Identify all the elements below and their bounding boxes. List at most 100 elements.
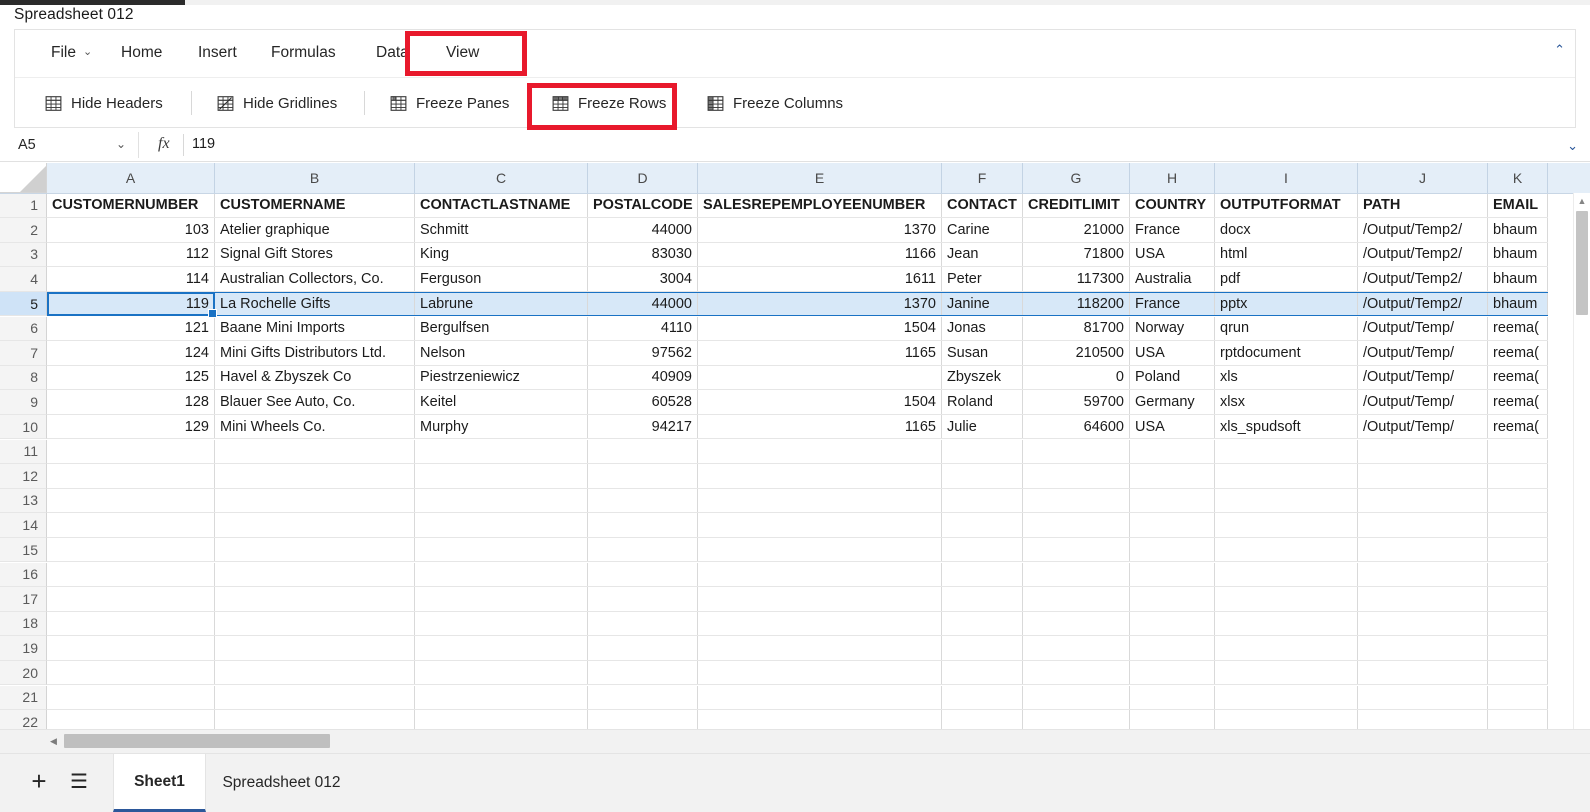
row-header-20[interactable]: 20: [0, 660, 47, 686]
table-row[interactable]: 129 Mini Wheels Co. Murphy 94217 1165 Julie 64…: [47, 414, 1548, 440]
cell-C14[interactable]: [415, 513, 588, 537]
cell-F11[interactable]: [942, 439, 1023, 464]
cell-A1[interactable]: CUSTOMERNUMBER: [47, 193, 215, 218]
cell-C7[interactable]: Nelson: [415, 341, 588, 365]
cell-B20[interactable]: [215, 660, 415, 685]
cell-D11[interactable]: [588, 439, 698, 464]
cell-H4[interactable]: Australia: [1130, 267, 1215, 291]
cell-F10[interactable]: Julie: [942, 414, 1023, 439]
horizontal-scrollbar[interactable]: ◀: [0, 729, 1590, 753]
column-header-K[interactable]: K: [1488, 163, 1548, 193]
menu-item-insert[interactable]: Insert: [192, 41, 243, 65]
cell-A2[interactable]: 103: [47, 218, 215, 242]
cell-E21[interactable]: [698, 685, 942, 710]
hide-gridlines-button[interactable]: Hide Gridlines: [217, 87, 337, 119]
cell-E9[interactable]: 1504: [698, 390, 942, 414]
row-header-17[interactable]: 17: [0, 587, 47, 612]
cell-I14[interactable]: [1215, 513, 1358, 537]
cell-E14[interactable]: [698, 513, 942, 537]
cell-B12[interactable]: [215, 464, 415, 488]
cell-D17[interactable]: [588, 587, 698, 611]
cell-G5[interactable]: 118200: [1023, 292, 1130, 316]
table-row[interactable]: 125 Havel & Zbyszek Co Piestrzeniewicz 4090…: [47, 365, 1548, 391]
table-row[interactable]: [47, 710, 1548, 729]
cell-H14[interactable]: [1130, 513, 1215, 537]
row-header-11[interactable]: 11: [0, 439, 47, 465]
cell-G15[interactable]: [1023, 537, 1130, 562]
cell-C10[interactable]: Murphy: [415, 414, 588, 439]
cell-K12[interactable]: [1488, 464, 1548, 488]
cell-C3[interactable]: King: [415, 242, 588, 267]
cell-B11[interactable]: [215, 439, 415, 464]
cell-G16[interactable]: [1023, 562, 1130, 587]
row-header-18[interactable]: 18: [0, 611, 47, 637]
cell-K19[interactable]: [1488, 636, 1548, 660]
cell-K10[interactable]: reema(: [1488, 414, 1548, 439]
cell-G14[interactable]: [1023, 513, 1130, 537]
cell-J7[interactable]: /Output/Temp/: [1358, 341, 1488, 365]
cell-I17[interactable]: [1215, 587, 1358, 611]
chevron-down-icon[interactable]: ⌄: [116, 137, 126, 151]
cell-A11[interactable]: [47, 439, 215, 464]
cell-G11[interactable]: [1023, 439, 1130, 464]
row-header-2[interactable]: 2: [0, 218, 47, 243]
cell-I9[interactable]: xlsx: [1215, 390, 1358, 414]
cell-A3[interactable]: 112: [47, 242, 215, 267]
cell-H2[interactable]: France: [1130, 218, 1215, 242]
cell-B14[interactable]: [215, 513, 415, 537]
chevron-down-icon[interactable]: ⌄: [83, 45, 92, 58]
menu-item-data[interactable]: Data: [370, 41, 415, 65]
cell-F13[interactable]: [942, 488, 1023, 513]
cell-I10[interactable]: xls_spudsoft: [1215, 414, 1358, 439]
table-row[interactable]: [47, 660, 1548, 686]
table-row[interactable]: [47, 488, 1548, 514]
cell-E16[interactable]: [698, 562, 942, 587]
table-row[interactable]: [47, 562, 1548, 588]
cell-D7[interactable]: 97562: [588, 341, 698, 365]
freeze-columns-button[interactable]: Freeze Columns: [707, 87, 843, 119]
cell-I7[interactable]: rptdocument: [1215, 341, 1358, 365]
cell-C21[interactable]: [415, 685, 588, 710]
table-row[interactable]: 128 Blauer See Auto, Co. Keitel 60528 1504 Ro…: [47, 390, 1548, 415]
table-row[interactable]: [47, 439, 1548, 465]
cell-K9[interactable]: reema(: [1488, 390, 1548, 414]
scroll-left-icon[interactable]: ◀: [50, 736, 57, 747]
cell-I13[interactable]: [1215, 488, 1358, 513]
cell-D13[interactable]: [588, 488, 698, 513]
cell-J22[interactable]: [1358, 710, 1488, 729]
cell-F22[interactable]: [942, 710, 1023, 729]
cell-J11[interactable]: [1358, 439, 1488, 464]
cell-J8[interactable]: /Output/Temp/: [1358, 365, 1488, 390]
cell-G13[interactable]: [1023, 488, 1130, 513]
cell-J2[interactable]: /Output/Temp2/: [1358, 218, 1488, 242]
name-box[interactable]: A5 ⌄: [8, 132, 139, 158]
menu-item-home[interactable]: Home: [115, 41, 168, 65]
column-header-G[interactable]: G: [1023, 163, 1130, 193]
cell-B8[interactable]: Havel & Zbyszek Co: [215, 365, 415, 390]
menu-item-view[interactable]: View: [440, 41, 485, 65]
cell-I16[interactable]: [1215, 562, 1358, 587]
cell-C9[interactable]: Keitel: [415, 390, 588, 414]
cell-A18[interactable]: [47, 611, 215, 636]
cell-G2[interactable]: 21000: [1023, 218, 1130, 242]
cell-E4[interactable]: 1611: [698, 267, 942, 291]
cell-H11[interactable]: [1130, 439, 1215, 464]
cell-I6[interactable]: qrun: [1215, 316, 1358, 341]
cell-I22[interactable]: [1215, 710, 1358, 729]
cell-K4[interactable]: bhaum: [1488, 267, 1548, 291]
cell-C6[interactable]: Bergulfsen: [415, 316, 588, 341]
cell-G10[interactable]: 64600: [1023, 414, 1130, 439]
row-header-5[interactable]: 5: [0, 291, 47, 317]
formula-expand-icon[interactable]: ⌄: [1567, 138, 1578, 154]
cell-J5[interactable]: /Output/Temp2/: [1358, 292, 1488, 316]
cell-I3[interactable]: html: [1215, 242, 1358, 267]
cell-A14[interactable]: [47, 513, 215, 537]
cell-A8[interactable]: 125: [47, 365, 215, 390]
cell-J14[interactable]: [1358, 513, 1488, 537]
cell-D20[interactable]: [588, 660, 698, 685]
cell-B22[interactable]: [215, 710, 415, 729]
cell-C22[interactable]: [415, 710, 588, 729]
cell-G12[interactable]: [1023, 464, 1130, 488]
cell-F20[interactable]: [942, 660, 1023, 685]
cell-A5[interactable]: 119: [47, 292, 215, 316]
